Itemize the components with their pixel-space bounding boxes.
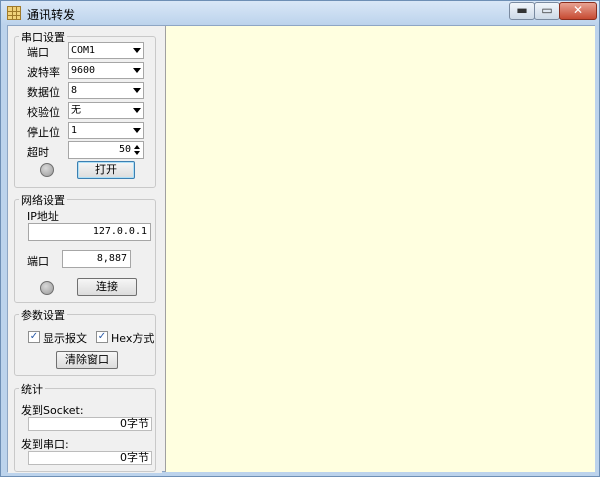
timeout-stepper[interactable]: 50 [68, 141, 144, 159]
data-bits-select[interactable]: 8 [68, 82, 144, 99]
message-output-area[interactable] [165, 26, 595, 472]
data-bits-value: 8 [71, 85, 78, 96]
chevron-down-icon [133, 48, 141, 53]
ip-address-value: 127.0.0.1 [92, 226, 147, 237]
statistics-group: 统计 发到Socket: 0字节 发到串口: 0字节 [14, 381, 156, 472]
ip-address-label: IP地址 [27, 210, 59, 223]
parameter-settings-group: 参数设置 ✓ 显示报文 ✓ Hex方式 清除窗口 [14, 307, 156, 376]
spin-down-icon[interactable] [134, 151, 140, 155]
network-port-field[interactable]: 8,887 [62, 250, 131, 268]
parity-select[interactable]: 无 [68, 102, 144, 119]
chevron-down-icon [133, 88, 141, 93]
to-serial-value: 0字节 [120, 451, 149, 464]
ip-address-field[interactable]: 127.0.0.1 [28, 223, 151, 241]
network-port-label: 端口 [27, 255, 49, 268]
to-socket-counter: 0字节 [28, 417, 152, 431]
timeout-value: 50 [118, 144, 131, 155]
parameter-settings-title: 参数设置 [19, 307, 67, 323]
serial-port-label: 端口 [27, 46, 49, 59]
serial-port-select[interactable]: COM1 [68, 42, 144, 59]
serial-port-value: COM1 [71, 45, 96, 56]
settings-panel: 串口设置 端口 COM1 波特率 9600 数据位 8 校验位 无 停止位 1 … [8, 26, 162, 473]
client-area: 串口设置 端口 COM1 波特率 9600 数据位 8 校验位 无 停止位 1 … [7, 25, 595, 473]
to-serial-label: 发到串口: [21, 438, 69, 451]
clear-window-button[interactable]: 清除窗口 [56, 351, 118, 369]
timeout-label: 超时 [27, 146, 49, 159]
to-serial-counter: 0字节 [28, 451, 152, 465]
chevron-down-icon [133, 108, 141, 113]
baud-rate-select[interactable]: 9600 [68, 62, 144, 79]
close-button[interactable]: ✕ [559, 2, 597, 20]
chevron-down-icon [133, 128, 141, 133]
spin-up-icon[interactable] [134, 145, 140, 149]
parity-value: 无 [71, 105, 81, 116]
data-bits-label: 数据位 [27, 86, 60, 99]
stop-bits-value: 1 [71, 125, 78, 136]
minimize-button[interactable]: ▬ [509, 2, 535, 20]
serial-settings-group: 串口设置 端口 COM1 波特率 9600 数据位 8 校验位 无 停止位 1 … [14, 29, 156, 188]
baud-rate-value: 9600 [71, 65, 96, 76]
to-socket-value: 0字节 [120, 417, 149, 430]
window-title: 通讯转发 [27, 8, 76, 22]
network-port-value: 8,887 [96, 253, 127, 264]
title-bar[interactable]: 通讯转发 ▬ ▭ ✕ [1, 1, 599, 25]
hex-mode-checkbox[interactable]: ✓ [96, 331, 108, 343]
stop-bits-select[interactable]: 1 [68, 122, 144, 139]
stop-bits-label: 停止位 [27, 126, 60, 139]
show-message-checkbox[interactable]: ✓ [28, 331, 40, 343]
maximize-button[interactable]: ▭ [534, 2, 560, 20]
serial-settings-title: 串口设置 [19, 29, 67, 45]
connect-button[interactable]: 连接 [77, 278, 137, 296]
show-message-label: 显示报文 [43, 332, 87, 345]
statistics-title: 统计 [19, 381, 45, 397]
network-settings-group: 网络设置 IP地址 127.0.0.1 端口 8,887 连接 [14, 192, 156, 303]
network-status-indicator [40, 281, 54, 295]
serial-status-indicator [40, 163, 54, 177]
network-settings-title: 网络设置 [19, 192, 67, 208]
hex-mode-label: Hex方式 [111, 332, 155, 345]
app-window: 通讯转发 ▬ ▭ ✕ 串口设置 端口 COM1 波特率 9600 数据位 8 校… [0, 0, 600, 477]
parity-label: 校验位 [27, 106, 60, 119]
to-socket-label: 发到Socket: [21, 404, 84, 417]
chevron-down-icon [133, 68, 141, 73]
baud-rate-label: 波特率 [27, 66, 60, 79]
open-port-button[interactable]: 打开 [77, 161, 135, 179]
app-icon [7, 6, 21, 20]
